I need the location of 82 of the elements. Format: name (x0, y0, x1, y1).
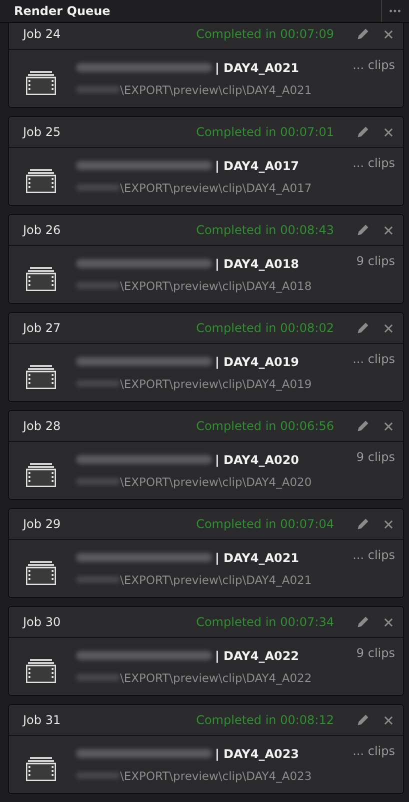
job-status: Completed in 00:07:09 (195, 27, 335, 41)
film-clip-icon (26, 168, 56, 192)
job-label: Job 30 (23, 615, 62, 629)
close-icon[interactable] (384, 30, 393, 38)
film-clip-icon (26, 462, 56, 486)
close-icon[interactable] (384, 226, 393, 234)
close-icon[interactable] (384, 520, 393, 528)
job-label: Job 25 (23, 125, 62, 139)
output-path: \EXPORT\preview\clip\DAY4_A017 (120, 180, 312, 194)
pencil-icon[interactable] (356, 223, 370, 237)
output-path: \EXPORT\preview\clip\DAY4_A023 (120, 768, 312, 782)
redacted-blur (76, 478, 120, 485)
redacted-blur (76, 772, 120, 779)
output-path: \EXPORT\preview\clip\DAY4_A022 (120, 670, 312, 684)
clip-title: | DAY4_A019 (215, 354, 300, 368)
job-label: Job 27 (23, 321, 62, 335)
job-card[interactable]: Job 26 Completed in 00:08:43 | DAY4_A018 9 clips \EXPORT\preview\clip\DAY4_A018 (8, 214, 404, 304)
job-label: Job 29 (23, 517, 62, 531)
clip-count: ... clips (352, 58, 395, 72)
pencil-icon[interactable] (356, 27, 370, 41)
clip-title: | DAY4_A022 (215, 648, 300, 662)
output-path: \EXPORT\preview\clip\DAY4_A019 (120, 376, 312, 390)
clip-title: | DAY4_A020 (215, 452, 300, 466)
job-card[interactable]: Job 27 Completed in 00:08:02 | DAY4_A019 ... clips \EXPORT\preview\clip\DAY4_A019 (8, 312, 404, 402)
job-card[interactable]: Job 24 Completed in 00:07:09 | DAY4_A021 ... clips \EXPORT\preview\clip\DAY4_A021 (8, 23, 404, 108)
clip-count: ... clips (352, 156, 395, 170)
job-label: Job 24 (23, 27, 62, 41)
clip-count: ... clips (352, 548, 395, 562)
options-menu-button[interactable]: ••• (381, 0, 409, 22)
pencil-icon[interactable] (356, 321, 370, 335)
clip-count: ... clips (352, 352, 395, 366)
job-card[interactable]: Job 25 Completed in 00:07:01 | DAY4_A017 ... clips \EXPORT\preview\clip\DAY4_A017 (8, 116, 404, 206)
job-status: Completed in 00:08:43 (195, 223, 335, 237)
job-card[interactable]: Job 31 Completed in 00:08:12 | DAY4_A023 ... clips \EXPORT\preview\clip\DAY4_A023 (8, 704, 404, 794)
pencil-icon[interactable] (356, 615, 370, 629)
output-path: \EXPORT\preview\clip\DAY4_A021 (120, 572, 312, 586)
job-status: Completed in 00:07:34 (195, 615, 335, 629)
pencil-icon[interactable] (356, 713, 370, 727)
close-icon[interactable] (384, 618, 393, 626)
job-status: Completed in 00:07:01 (195, 125, 335, 139)
close-icon[interactable] (384, 128, 393, 136)
job-card[interactable]: Job 29 Completed in 00:07:04 | DAY4_A021 ... clips \EXPORT\preview\clip\DAY4_A021 (8, 508, 404, 598)
pencil-icon[interactable] (356, 419, 370, 433)
redacted-blur (76, 282, 120, 289)
job-status: Completed in 00:07:04 (195, 517, 335, 531)
film-clip-icon (26, 70, 56, 94)
clip-title: | DAY4_A017 (215, 158, 300, 172)
output-path: \EXPORT\preview\clip\DAY4_A018 (120, 278, 312, 292)
job-label: Job 31 (23, 713, 62, 727)
clip-title: | DAY4_A021 (215, 60, 300, 74)
film-clip-icon (26, 560, 56, 584)
pencil-icon[interactable] (356, 125, 370, 139)
job-status: Completed in 00:06:56 (195, 419, 335, 433)
clip-count: 9 clips (356, 450, 395, 464)
close-icon[interactable] (384, 324, 393, 332)
job-card[interactable]: Job 30 Completed in 00:07:34 | DAY4_A022 9 clips \EXPORT\preview\clip\DAY4_A022 (8, 606, 404, 696)
clip-count: 9 clips (356, 646, 395, 660)
film-clip-icon (26, 756, 56, 780)
job-card[interactable]: Job 28 Completed in 00:06:56 | DAY4_A020 9 clips \EXPORT\preview\clip\DAY4_A020 (8, 410, 404, 500)
job-label: Job 28 (23, 419, 62, 433)
redacted-blur (76, 576, 120, 583)
film-clip-icon (26, 364, 56, 388)
film-clip-icon (26, 266, 56, 290)
clip-title: | DAY4_A018 (215, 256, 300, 270)
close-icon[interactable] (384, 716, 393, 724)
redacted-blur (76, 380, 120, 387)
clip-count: 9 clips (356, 254, 395, 268)
redacted-blur (76, 184, 120, 191)
job-status: Completed in 00:08:12 (195, 713, 335, 727)
film-clip-icon (26, 658, 56, 682)
clip-title: | DAY4_A023 (215, 746, 300, 760)
clip-title: | DAY4_A021 (215, 550, 300, 564)
output-path: \EXPORT\preview\clip\DAY4_A020 (120, 474, 312, 488)
job-label: Job 26 (23, 223, 62, 237)
job-status: Completed in 00:08:02 (195, 321, 335, 335)
panel-title: Render Queue (13, 4, 112, 18)
redacted-blur (76, 674, 120, 681)
pencil-icon[interactable] (356, 517, 370, 531)
redacted-blur (76, 86, 120, 93)
output-path: \EXPORT\preview\clip\DAY4_A021 (120, 82, 312, 96)
close-icon[interactable] (384, 422, 393, 430)
clip-count: ... clips (352, 744, 395, 758)
